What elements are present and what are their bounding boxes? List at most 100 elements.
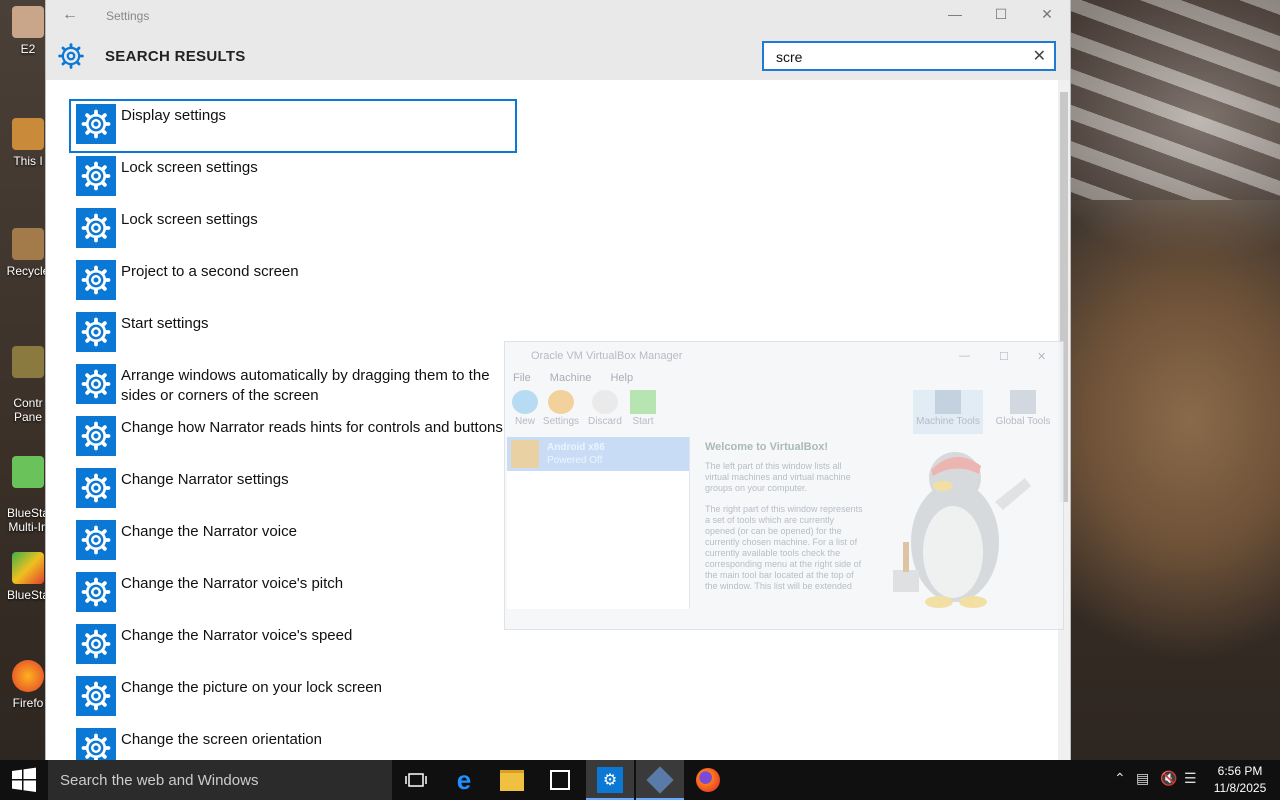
- folder-icon: [500, 769, 524, 791]
- vm-list-item[interactable]: Android x86 Powered Off: [507, 437, 689, 471]
- menu-help[interactable]: Help: [610, 372, 633, 384]
- recycle-bin-icon: [12, 228, 44, 260]
- settings-gear-icon: ⚙: [597, 767, 623, 793]
- taskbar-file-explorer[interactable]: [488, 760, 536, 800]
- gear-icon: [76, 364, 116, 404]
- gear-icon: [76, 104, 116, 144]
- taskbar-virtualbox[interactable]: [636, 760, 684, 800]
- vbox-minimize-icon[interactable]: —: [959, 350, 970, 362]
- clear-search-icon[interactable]: ✕: [1033, 46, 1046, 66]
- maximize-icon[interactable]: ☐: [986, 6, 1016, 23]
- desktop-icon-e2[interactable]: E2: [6, 6, 50, 56]
- tool-global-tools-button[interactable]: Global Tools: [993, 390, 1053, 427]
- firefox-icon: [12, 660, 44, 692]
- desktop-icon-label: BlueSta: [6, 588, 50, 602]
- person-icon: [12, 6, 44, 38]
- search-input[interactable]: [774, 48, 1028, 66]
- back-arrow-icon[interactable]: ←: [62, 6, 78, 24]
- volume-muted-icon[interactable]: 🔇: [1160, 770, 1177, 787]
- desktop-icon-bluestacks-multi[interactable]: BlueSta Multi-In: [6, 442, 50, 548]
- tool-label: Settings: [542, 416, 580, 427]
- start-arrow-icon: [630, 390, 656, 414]
- result-item[interactable]: Change the picture on your lock screen: [70, 672, 550, 724]
- tool-label: Start: [632, 416, 654, 427]
- result-item[interactable]: Change the Narrator voice: [70, 516, 550, 568]
- tool-settings-button[interactable]: Settings: [541, 390, 581, 427]
- tool-new-button[interactable]: New: [505, 390, 545, 427]
- vbox-maximize-icon[interactable]: ☐: [999, 350, 1009, 363]
- desktop-icon-label: Contr Pane: [13, 396, 43, 424]
- clock-time: 6:56 PM: [1217, 764, 1263, 778]
- result-label: Change the Narrator voice: [121, 523, 297, 540]
- taskbar: Search the web and Windows e ⚙ ⌃ ▤ 🔇 ☰ 6…: [0, 760, 1280, 800]
- gear-icon: [76, 520, 116, 560]
- result-item[interactable]: Lock screen settings: [70, 152, 550, 204]
- result-label: Arrange windows automatically by draggin…: [121, 367, 490, 404]
- taskbar-store[interactable]: [536, 760, 584, 800]
- virtualbox-penguin-mascot: [893, 452, 1031, 608]
- taskbar-search-box[interactable]: Search the web and Windows: [48, 760, 392, 800]
- settings-icon: [548, 390, 574, 414]
- computer-icon: [12, 118, 44, 150]
- result-item[interactable]: Change the Narrator voice's pitch: [70, 568, 550, 620]
- gear-icon: [76, 624, 116, 664]
- firefox-icon: [696, 768, 720, 792]
- task-view-button[interactable]: [392, 760, 440, 800]
- welcome-title: Welcome to VirtualBox!: [705, 441, 829, 453]
- menu-file[interactable]: File: [513, 372, 531, 384]
- tool-discard-button[interactable]: Discard: [585, 390, 625, 427]
- desktop-icon-label: This I: [13, 154, 43, 168]
- search-box[interactable]: ✕: [762, 41, 1056, 71]
- desktop-icon-this-pc[interactable]: This I: [6, 118, 50, 168]
- show-hidden-icons-chevron-up-icon[interactable]: ⌃: [1114, 770, 1126, 787]
- vbox-close-icon[interactable]: ✕: [1037, 350, 1046, 363]
- result-item[interactable]: Start settings: [70, 308, 550, 360]
- desktop-icon-control-panel[interactable]: Contr Pane: [6, 332, 50, 438]
- taskbar-edge[interactable]: e: [440, 760, 488, 800]
- result-label: Display settings: [121, 107, 227, 124]
- virtualbox-window[interactable]: Oracle VM VirtualBox Manager — ☐ ✕ File …: [504, 341, 1064, 630]
- vm-state: Powered Off: [547, 455, 603, 466]
- start-button[interactable]: [0, 760, 48, 800]
- result-item[interactable]: Change Narrator settings: [70, 464, 550, 516]
- task-view-icon: [405, 773, 427, 787]
- menu-machine[interactable]: Machine: [550, 372, 592, 384]
- control-panel-icon: [12, 346, 44, 378]
- result-item[interactable]: Project to a second screen: [70, 256, 550, 308]
- gear-icon: [76, 208, 116, 248]
- action-center-icon[interactable]: ☰: [1184, 770, 1197, 787]
- tool-start-button[interactable]: Start: [623, 390, 663, 427]
- taskbar-settings[interactable]: ⚙: [586, 760, 634, 800]
- welcome-paragraph-2: The right part of this window represents…: [705, 504, 863, 590]
- taskbar-clock[interactable]: 6:56 PM 11/8/2025: [1208, 763, 1272, 797]
- network-icon[interactable]: ▤: [1136, 770, 1149, 787]
- result-label: Lock screen settings: [121, 159, 258, 176]
- tool-label: New: [514, 416, 535, 427]
- gear-icon: [76, 312, 116, 352]
- desktop-icon-label: Recycle: [6, 264, 50, 278]
- desktop-icon-recycle-bin[interactable]: Recycle: [6, 228, 50, 278]
- desktop-icon-bluestacks[interactable]: BlueSta: [6, 552, 50, 602]
- result-item[interactable]: Change the Narrator voice's speed: [70, 620, 550, 672]
- result-label: Change the screen orientation: [121, 731, 322, 748]
- result-label: Change the Narrator voice's pitch: [121, 575, 344, 592]
- page-title: SEARCH RESULTS: [105, 48, 246, 65]
- search-results-list: Display settings Lock screen settings Lo…: [69, 99, 550, 776]
- result-item[interactable]: Change how Narrator reads hints for cont…: [70, 412, 550, 464]
- bluestacks-multi-icon: [12, 456, 44, 488]
- result-item[interactable]: Lock screen settings: [70, 204, 550, 256]
- close-icon[interactable]: ✕: [1032, 6, 1062, 23]
- tool-machine-tools-button[interactable]: Machine Tools: [913, 390, 983, 434]
- result-item[interactable]: Display settings: [69, 99, 517, 153]
- desktop-icon-firefox[interactable]: Firefo: [6, 660, 50, 710]
- vm-name: Android x86: [547, 442, 605, 453]
- minimize-icon[interactable]: —: [940, 6, 970, 22]
- taskbar-firefox[interactable]: [684, 760, 732, 800]
- desktop-icon-label: BlueSta Multi-In: [6, 506, 50, 534]
- result-item[interactable]: Arrange windows automatically by draggin…: [70, 360, 550, 412]
- gear-icon: [76, 156, 116, 196]
- settings-gear-icon: [58, 43, 84, 69]
- android-vm-icon: [511, 440, 539, 468]
- tool-label: Global Tools: [995, 416, 1051, 427]
- result-label: Change the Narrator voice's speed: [121, 627, 353, 644]
